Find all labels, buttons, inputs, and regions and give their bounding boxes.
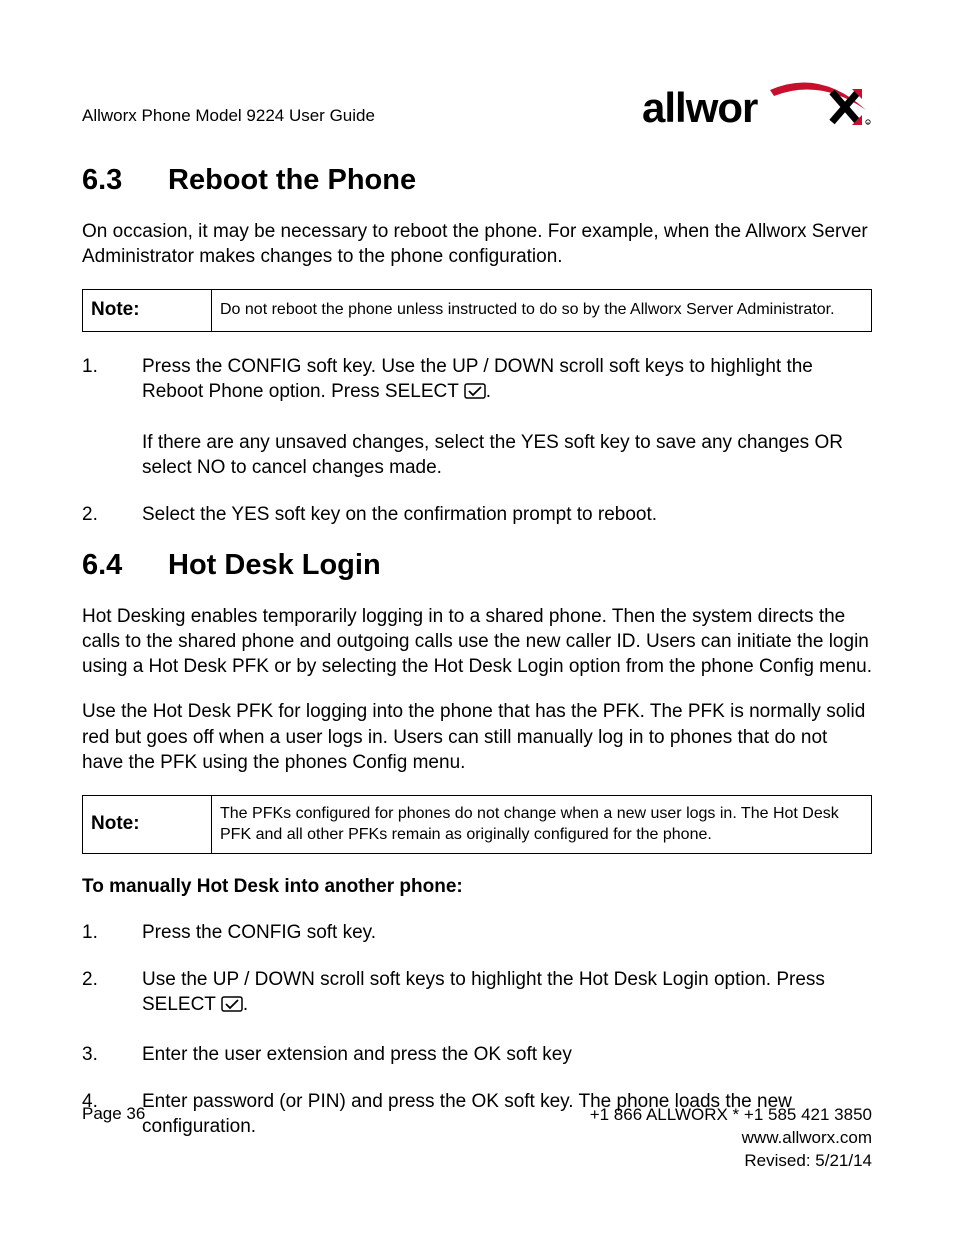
note-text: The PFKs configured for phones do not ch… bbox=[212, 795, 872, 854]
select-icon bbox=[464, 381, 486, 406]
subheading-hotdesk-manual: To manually Hot Desk into another phone: bbox=[82, 876, 872, 898]
note-text: Do not reboot the phone unless instructe… bbox=[212, 290, 872, 332]
step-text-tail: . bbox=[243, 994, 248, 1015]
step-1: Press the CONFIG soft key. bbox=[82, 920, 872, 945]
note-label: Note: bbox=[83, 290, 212, 332]
svg-text:allwor: allwor bbox=[642, 84, 758, 130]
footer-phone: +1 866 ALLWORX * +1 585 421 3850 bbox=[590, 1104, 872, 1127]
page-number: Page 36 bbox=[82, 1104, 145, 1124]
select-icon bbox=[221, 994, 243, 1019]
document-title: Allworx Phone Model 9224 User Guide bbox=[82, 106, 375, 130]
document-page: Allworx Phone Model 9224 User Guide allw… bbox=[0, 0, 954, 1235]
svg-text:R: R bbox=[867, 121, 870, 125]
note-box: Note: Do not reboot the phone unless ins… bbox=[82, 289, 872, 332]
page-footer: Page 36 +1 866 ALLWORX * +1 585 421 3850… bbox=[82, 1104, 872, 1173]
section-6-3-intro: On occasion, it may be necessary to rebo… bbox=[82, 219, 872, 269]
step-subtext: If there are any unsaved changes, select… bbox=[142, 430, 872, 480]
step-2: Use the UP / DOWN scroll soft keys to hi… bbox=[82, 967, 872, 1019]
step-3: Enter the user extension and press the O… bbox=[82, 1042, 872, 1067]
step-text: Enter the user extension and press the O… bbox=[142, 1044, 572, 1065]
section-6-3-steps: Press the CONFIG soft key. Use the UP / … bbox=[82, 354, 872, 527]
note-label: Note: bbox=[83, 795, 212, 854]
step-1: Press the CONFIG soft key. Use the UP / … bbox=[82, 354, 872, 480]
step-text-tail: . bbox=[486, 381, 491, 402]
allworx-logo: allwor R bbox=[642, 80, 872, 130]
section-6-4-para-2: Use the Hot Desk PFK for logging into th… bbox=[82, 699, 872, 774]
note-box: Note: The PFKs configured for phones do … bbox=[82, 795, 872, 855]
step-text: Select the YES soft key on the confirmat… bbox=[142, 504, 657, 525]
section-number: 6.3 bbox=[82, 164, 168, 197]
step-text: Press the CONFIG soft key. bbox=[142, 922, 376, 943]
section-heading-6-3: 6.3Reboot the Phone bbox=[82, 164, 872, 197]
footer-contact: +1 866 ALLWORX * +1 585 421 3850 www.all… bbox=[590, 1104, 872, 1173]
section-title: Reboot the Phone bbox=[168, 164, 416, 196]
footer-url: www.allworx.com bbox=[590, 1127, 872, 1150]
section-heading-6-4: 6.4Hot Desk Login bbox=[82, 549, 872, 582]
step-2: Select the YES soft key on the confirmat… bbox=[82, 502, 872, 527]
page-header: Allworx Phone Model 9224 User Guide allw… bbox=[82, 80, 872, 130]
section-title: Hot Desk Login bbox=[168, 549, 381, 581]
section-6-4-para-1: Hot Desking enables temporarily logging … bbox=[82, 604, 872, 679]
section-number: 6.4 bbox=[82, 549, 168, 582]
footer-revised: Revised: 5/21/14 bbox=[590, 1150, 872, 1173]
